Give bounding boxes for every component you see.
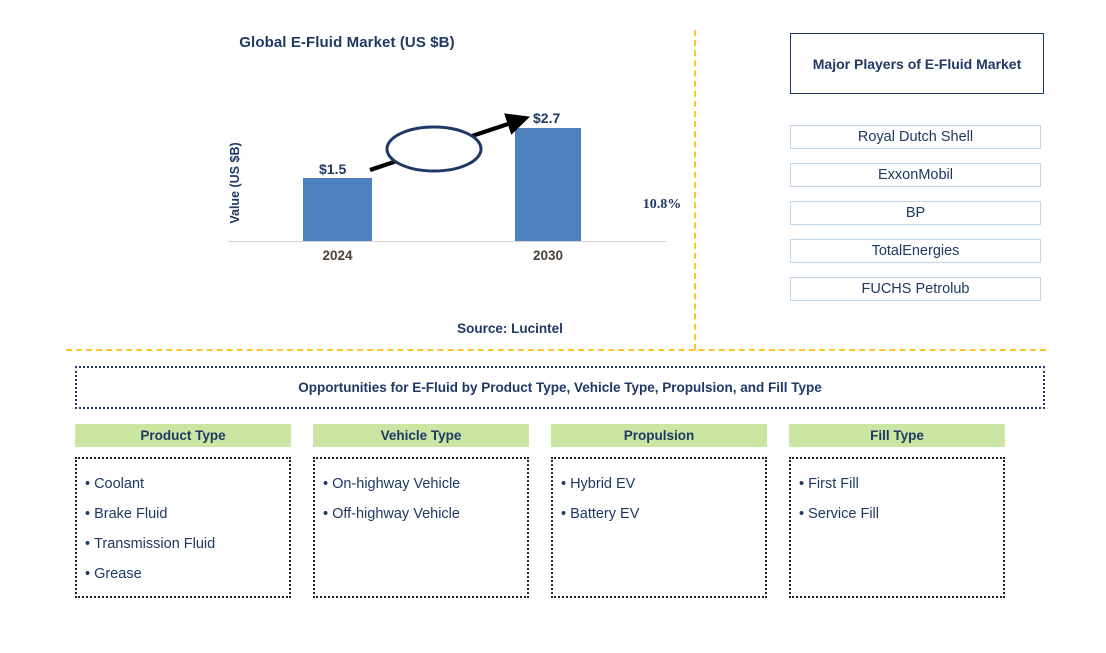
list-item-label: Hybrid EV	[570, 476, 636, 492]
bullet-icon: •	[85, 566, 91, 582]
bullet-icon: •	[561, 476, 567, 492]
column-body-vehicle-type: • On-highway Vehicle • Off-highway Vehicle	[313, 457, 529, 598]
list-item-label: First Fill	[808, 476, 859, 492]
bullet-icon: •	[561, 506, 567, 522]
column-header-propulsion: Propulsion	[551, 424, 767, 447]
list-item: • On-highway Vehicle	[323, 469, 521, 499]
list-item-label: Brake Fluid	[94, 506, 168, 522]
chart-title: Global E-Fluid Market (US $B)	[239, 34, 455, 51]
column-header-fill-type: Fill Type	[789, 424, 1005, 447]
source-label: Source: Lucintel	[457, 321, 563, 336]
player-item-exxonmobil: ExxonMobil	[790, 163, 1041, 187]
column-header-vehicle-type: Vehicle Type	[313, 424, 529, 447]
cagr-arrow-graphic	[369, 113, 530, 173]
list-item-label: On-highway Vehicle	[332, 476, 461, 492]
vertical-dashed-divider	[694, 30, 696, 350]
bullet-icon: •	[85, 476, 91, 492]
list-item: • Off-highway Vehicle	[323, 499, 521, 529]
list-item: • Grease	[85, 559, 283, 589]
infographic-page: Global E-Fluid Market (US $B) Value (US …	[0, 0, 1106, 653]
list-item: • Battery EV	[561, 499, 759, 529]
list-item-label: Coolant	[94, 476, 145, 492]
list-item: • Hybrid EV	[561, 469, 759, 499]
player-item-fuchs-petrolub: FUCHS Petrolub	[790, 277, 1041, 301]
list-item: • Brake Fluid	[85, 499, 283, 529]
bar-2030	[515, 128, 581, 241]
major-players-header: Major Players of E-Fluid Market	[790, 33, 1044, 94]
bullet-icon: •	[323, 506, 329, 522]
opportunity-column-product-type: Product Type • Coolant • Brake Fluid • Tran…	[75, 424, 291, 598]
bar-2024	[303, 178, 372, 241]
column-body-product-type: • Coolant • Brake Fluid • Transmission Flui…	[75, 457, 291, 598]
list-item-label: Service Fill	[808, 506, 879, 522]
opportunity-columns: Product Type • Coolant • Brake Fluid • Tran…	[75, 424, 1045, 598]
opportunity-column-vehicle-type: Vehicle Type • On-highway Vehicle • Off-hi…	[313, 424, 529, 598]
player-item-bp: BP	[790, 201, 1041, 225]
column-header-product-type: Product Type	[75, 424, 291, 447]
chart-baseline	[228, 241, 666, 242]
x-axis-label-2024: 2024	[322, 248, 353, 263]
cagr-value-label: 10.8%	[642, 197, 682, 212]
bullet-icon: •	[799, 506, 805, 522]
bar-value-2030: $2.7	[533, 110, 561, 126]
market-chart-panel: Global E-Fluid Market (US $B) Value (US …	[0, 0, 694, 350]
list-item-label: Transmission Fluid	[94, 536, 216, 552]
opportunities-banner: Opportunities for E-Fluid by Product Typ…	[75, 366, 1045, 409]
bullet-icon: •	[85, 536, 91, 552]
major-players-panel: Major Players of E-Fluid Market Royal Du…	[790, 33, 1044, 301]
bullet-icon: •	[323, 476, 329, 492]
bullet-icon: •	[85, 506, 91, 522]
list-item: • Transmission Fluid	[85, 529, 283, 559]
list-item: • First Fill	[799, 469, 997, 499]
opportunity-column-fill-type: Fill Type • First Fill • Service Fill	[789, 424, 1005, 598]
opportunity-column-propulsion: Propulsion • Hybrid EV • Battery EV	[551, 424, 767, 598]
column-body-fill-type: • First Fill • Service Fill	[789, 457, 1005, 598]
x-axis-label-2030: 2030	[532, 248, 564, 263]
bar-value-2024: $1.5	[319, 161, 347, 177]
player-item-totalenergies: TotalEnergies	[790, 239, 1041, 263]
list-item: • Service Fill	[799, 499, 997, 529]
list-item-label: Battery EV	[570, 506, 640, 522]
list-item: • Coolant	[85, 469, 283, 499]
list-item-label: Off-highway Vehicle	[332, 506, 460, 522]
list-item-label: Grease	[94, 566, 142, 582]
chart-plot-area: $1.5 $2.7 2024 2030 10.8%	[228, 60, 681, 275]
bullet-icon: •	[799, 476, 805, 492]
player-item-royal-dutch-shell: Royal Dutch Shell	[790, 125, 1041, 149]
column-body-propulsion: • Hybrid EV • Battery EV	[551, 457, 767, 598]
